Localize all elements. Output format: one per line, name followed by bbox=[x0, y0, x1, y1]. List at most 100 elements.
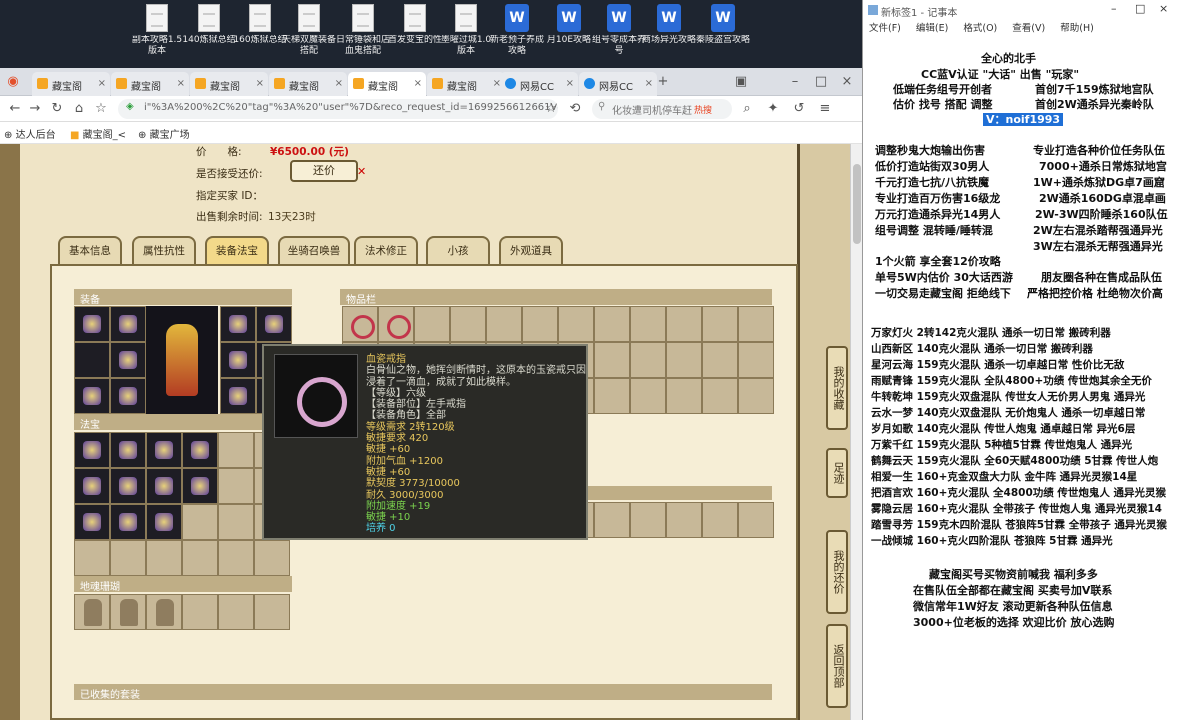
new-tab-icon[interactable]: + bbox=[654, 73, 672, 91]
equipment-slot[interactable] bbox=[220, 306, 256, 342]
menu-view[interactable]: 查看(V) bbox=[1012, 23, 1045, 34]
treasure-slot[interactable] bbox=[182, 540, 218, 576]
inventory-slot[interactable] bbox=[738, 378, 774, 414]
desktop-icon[interactable]: W 商场异光攻略 bbox=[640, 4, 698, 66]
browser-tab-active[interactable]: 藏宝阁 × bbox=[348, 72, 426, 96]
browser-tab[interactable]: 藏宝阁 × bbox=[111, 72, 189, 96]
desktop-icon[interactable]: 副本攻略1.5版本 bbox=[128, 4, 186, 66]
extensions-icon[interactable]: ✦ bbox=[764, 100, 782, 118]
treasure-slot[interactable] bbox=[218, 468, 254, 504]
treasure-slot[interactable] bbox=[182, 468, 218, 504]
tab-list-icon[interactable]: ▣ bbox=[732, 73, 750, 91]
treasure-slot[interactable] bbox=[110, 468, 146, 504]
inventory-slot[interactable] bbox=[450, 306, 486, 342]
coral-slot[interactable] bbox=[110, 594, 146, 630]
address-bar[interactable]: ◈ i"%3A%200%2C%20"tag"%3A%20"user"%7D&re… bbox=[118, 99, 558, 119]
inventory-slot[interactable] bbox=[666, 378, 702, 414]
back-icon[interactable]: ← bbox=[6, 100, 24, 118]
close-icon[interactable]: × bbox=[645, 78, 653, 89]
treasure-slot[interactable] bbox=[74, 468, 110, 504]
equipment-slot[interactable] bbox=[110, 378, 146, 414]
inventory-slot[interactable] bbox=[630, 378, 666, 414]
browser-tab[interactable]: 网易CC × bbox=[579, 72, 657, 96]
treasure-slot[interactable] bbox=[146, 432, 182, 468]
desktop-icon[interactable]: 天梯双魔装备搭配 bbox=[280, 4, 338, 66]
inventory-slot[interactable] bbox=[630, 502, 666, 538]
equipment-slot[interactable] bbox=[110, 342, 146, 378]
tab-basic-info[interactable]: 基本信息 bbox=[58, 236, 122, 266]
close-icon[interactable]: × bbox=[256, 78, 264, 89]
bookmark-item[interactable]: ⊕ 达人后台 bbox=[4, 126, 56, 141]
treasure-slot[interactable] bbox=[182, 504, 218, 540]
treasure-slot[interactable] bbox=[146, 540, 182, 576]
tab-child[interactable]: 小孩 bbox=[426, 236, 490, 266]
treasure-slot[interactable] bbox=[218, 432, 254, 468]
page-scrollbar[interactable] bbox=[850, 144, 862, 720]
back-to-top-button[interactable]: 返回顶部 bbox=[826, 624, 848, 708]
bookmark-item[interactable]: ⊕ 藏宝广场 bbox=[138, 126, 190, 141]
coral-slot[interactable] bbox=[146, 594, 182, 630]
notepad-text-area[interactable]: 全心的北手 CC蓝V认证 "大话" 出售 "玩家" 低端任务组号开创者 首创7千… bbox=[863, 36, 1178, 720]
menu-edit[interactable]: 编辑(E) bbox=[916, 23, 948, 34]
close-icon[interactable]: × bbox=[566, 78, 574, 89]
home-icon[interactable]: ⌂ bbox=[70, 100, 88, 118]
inventory-slot[interactable] bbox=[522, 306, 558, 342]
desktop-icon[interactable]: 140炼狱总结 bbox=[180, 4, 238, 66]
inventory-slot[interactable] bbox=[378, 306, 414, 342]
tab-appearance[interactable]: 外观道具 bbox=[499, 236, 563, 266]
inventory-slot[interactable] bbox=[594, 306, 630, 342]
browser-tab[interactable]: 网易CC × bbox=[500, 72, 578, 96]
inventory-slot[interactable] bbox=[738, 342, 774, 378]
treasure-slot[interactable] bbox=[254, 540, 290, 576]
coral-slot[interactable] bbox=[182, 594, 218, 630]
inventory-slot[interactable] bbox=[594, 502, 630, 538]
menu-help[interactable]: 帮助(H) bbox=[1060, 23, 1094, 34]
treasure-slot[interactable] bbox=[146, 504, 182, 540]
tab-equipment[interactable]: 装备法宝 bbox=[205, 236, 269, 266]
equipment-slot[interactable] bbox=[220, 378, 256, 414]
scrollbar-thumb[interactable] bbox=[853, 164, 861, 244]
inventory-slot[interactable] bbox=[630, 306, 666, 342]
refresh-icon[interactable]: ↻ bbox=[48, 100, 66, 118]
desktop-icon[interactable]: W 新老预子养成攻略 bbox=[488, 4, 546, 66]
treasure-slot[interactable] bbox=[218, 504, 254, 540]
inventory-slot[interactable] bbox=[486, 306, 522, 342]
bookmark-add-icon[interactable]: ☆ bbox=[92, 100, 110, 118]
desktop-icon[interactable]: 首发变宝的性 bbox=[386, 4, 444, 66]
my-offers-button[interactable]: 我的还价 bbox=[826, 530, 848, 614]
inventory-slot[interactable] bbox=[594, 342, 630, 378]
close-icon[interactable]: × bbox=[98, 78, 106, 89]
equipment-slot[interactable] bbox=[74, 306, 110, 342]
menu-format[interactable]: 格式(O) bbox=[963, 23, 997, 34]
browser-tab[interactable]: 藏宝阁 × bbox=[32, 72, 110, 96]
equipment-slot[interactable] bbox=[220, 342, 256, 378]
treasure-slot[interactable] bbox=[218, 540, 254, 576]
inventory-slot[interactable] bbox=[342, 306, 378, 342]
inventory-slot[interactable] bbox=[666, 306, 702, 342]
equipment-slot[interactable] bbox=[110, 306, 146, 342]
coral-slot[interactable] bbox=[74, 594, 110, 630]
close-icon[interactable]: × bbox=[414, 78, 422, 89]
inventory-slot[interactable] bbox=[738, 502, 774, 538]
treasure-slot[interactable] bbox=[74, 540, 110, 576]
treasure-slot[interactable] bbox=[110, 432, 146, 468]
bookmark-item[interactable]: ■ 藏宝阁_< bbox=[70, 126, 126, 141]
close-icon[interactable]: × bbox=[335, 78, 343, 89]
minimize-icon[interactable]: – bbox=[786, 73, 804, 91]
close-window-icon[interactable]: × bbox=[1159, 2, 1168, 15]
counter-offer-button[interactable]: 还价 bbox=[290, 160, 358, 182]
inventory-slot[interactable] bbox=[666, 502, 702, 538]
history-icon[interactable]: ⟲ bbox=[566, 100, 584, 118]
inventory-slot[interactable] bbox=[414, 306, 450, 342]
browser-tab[interactable]: 藏宝阁 × bbox=[269, 72, 347, 96]
search-go-icon[interactable]: ⌕ bbox=[738, 100, 756, 118]
inventory-slot[interactable] bbox=[702, 342, 738, 378]
my-favorites-button[interactable]: 我的收藏 bbox=[826, 346, 848, 430]
inventory-slot[interactable] bbox=[630, 342, 666, 378]
footprints-button[interactable]: 足迹 bbox=[826, 448, 848, 498]
tab-attributes[interactable]: 属性抗性 bbox=[132, 236, 196, 266]
undo-icon[interactable]: ↺ bbox=[790, 100, 808, 118]
inventory-slot[interactable] bbox=[666, 342, 702, 378]
browser-tab[interactable]: 藏宝阁 × bbox=[427, 72, 505, 96]
equipment-slot[interactable] bbox=[74, 342, 110, 378]
